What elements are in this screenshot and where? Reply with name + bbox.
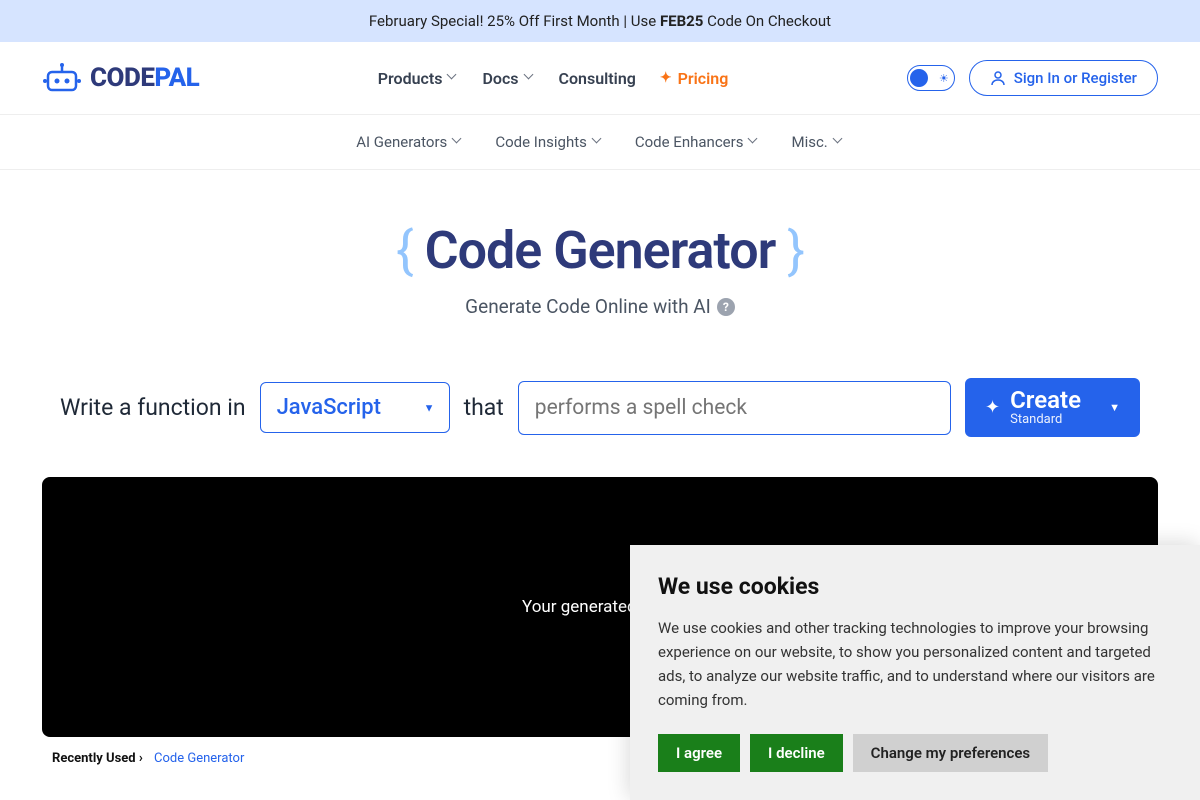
subnav-ai-generators[interactable]: AI Generators — [356, 133, 463, 151]
subnav-misc[interactable]: Misc. — [791, 133, 843, 151]
sun-icon: ☀ — [939, 72, 949, 85]
cookie-agree-button[interactable]: I agree — [658, 734, 740, 772]
language-select[interactable]: JavaScript ▼ — [260, 382, 450, 433]
chevron-down-icon — [453, 137, 463, 147]
create-button[interactable]: ✦ Create Standard ▼ — [965, 378, 1140, 437]
cookie-buttons: I agree I decline Change my preferences — [658, 734, 1172, 772]
chevron-down-icon — [525, 73, 535, 83]
prompt-mid: that — [464, 394, 504, 421]
user-icon — [990, 70, 1006, 86]
sparkle-icon: ✦ — [985, 397, 1000, 418]
banner-code: FEB25 — [660, 12, 703, 30]
subtitle-text: Generate Code Online with AI — [465, 295, 711, 318]
main-nav: Products Docs Consulting ✦ Pricing — [378, 69, 729, 88]
prompt-prefix: Write a function in — [60, 394, 246, 421]
logo-text-a: CODE — [90, 63, 154, 93]
cookie-preferences-button[interactable]: Change my preferences — [853, 734, 1048, 772]
task-input[interactable] — [518, 381, 951, 435]
hero: { Code Generator } Generate Code Online … — [0, 170, 1200, 348]
cookie-title: We use cookies — [658, 573, 1172, 600]
recent-label: Recently Used › — [52, 751, 143, 766]
subnav-code-enhancers[interactable]: Code Enhancers — [635, 133, 760, 151]
prompt-row: Write a function in JavaScript ▼ that ✦ … — [0, 378, 1200, 437]
subnav-label: Misc. — [791, 133, 827, 151]
cookie-consent-modal: We use cookies We use cookies and other … — [630, 545, 1200, 800]
nav-products-label: Products — [378, 69, 443, 88]
nav-products[interactable]: Products — [378, 69, 459, 88]
header: CODEPAL Products Docs Consulting ✦ Pricin… — [0, 42, 1200, 115]
subnav-label: Code Insights — [495, 133, 587, 151]
nav-consulting-label: Consulting — [559, 69, 636, 88]
banner-suffix: Code On Checkout — [703, 12, 831, 30]
sub-nav: AI Generators Code Insights Code Enhance… — [0, 115, 1200, 170]
subnav-label: Code Enhancers — [635, 133, 744, 151]
chevron-down-icon — [749, 137, 759, 147]
recent-link[interactable]: Code Generator — [154, 751, 244, 766]
promo-banner: February Special! 25% Off First Month | … — [0, 0, 1200, 42]
subnav-label: AI Generators — [356, 133, 447, 151]
chevron-down-icon — [593, 137, 603, 147]
chevron-down-icon — [448, 73, 458, 83]
subnav-code-insights[interactable]: Code Insights — [495, 133, 603, 151]
nav-pricing[interactable]: ✦ Pricing — [660, 69, 728, 88]
robot-icon — [42, 62, 82, 94]
brace-close: } — [787, 220, 804, 281]
rocket-icon: ✦ — [660, 70, 672, 86]
help-icon[interactable]: ? — [717, 298, 735, 316]
signin-button[interactable]: Sign In or Register — [969, 60, 1158, 96]
brace-open: { — [396, 220, 413, 281]
header-right: ☀ Sign In or Register — [907, 60, 1158, 96]
nav-docs[interactable]: Docs — [482, 69, 534, 88]
language-value: JavaScript — [277, 395, 381, 420]
chevron-down-icon — [834, 137, 844, 147]
caret-down-icon: ▼ — [424, 401, 435, 414]
logo[interactable]: CODEPAL — [42, 62, 199, 94]
create-label: Create — [1010, 388, 1081, 412]
caret-down-icon: ▼ — [1109, 401, 1120, 414]
page-title: { Code Generator } — [42, 220, 1158, 281]
banner-prefix: February Special! 25% Off First Month | … — [369, 12, 660, 30]
signin-label: Sign In or Register — [1014, 69, 1137, 87]
nav-docs-label: Docs — [482, 69, 518, 88]
cookie-body: We use cookies and other tracking techno… — [658, 616, 1172, 712]
theme-knob — [910, 69, 928, 87]
title-text: Code Generator — [425, 220, 776, 281]
cookie-decline-button[interactable]: I decline — [750, 734, 843, 772]
logo-text-b: PAL — [154, 63, 199, 93]
nav-pricing-label: Pricing — [678, 69, 729, 88]
create-mode: Standard — [1010, 412, 1062, 427]
theme-toggle[interactable]: ☀ — [907, 65, 955, 91]
nav-consulting[interactable]: Consulting — [559, 69, 636, 88]
page-subtitle: Generate Code Online with AI? — [42, 295, 1158, 318]
